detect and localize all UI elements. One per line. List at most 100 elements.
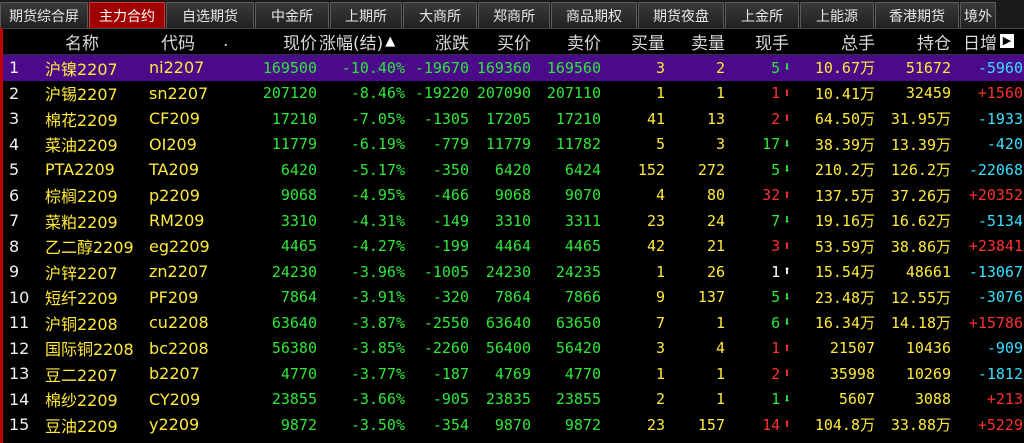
current-hand-value: 32 xyxy=(762,186,781,205)
total-cell: 10.67万 xyxy=(814,59,875,78)
column-expand-icon[interactable]: ▶ xyxy=(1000,34,1014,48)
col-header-price[interactable]: 现价 xyxy=(261,28,317,54)
oi-cell: 38.86万 xyxy=(890,237,951,256)
tab-13[interactable]: 境外 xyxy=(960,2,996,28)
oi-cell: 37.26万 xyxy=(890,186,951,205)
table-row[interactable]: 5 PTA2209 TA209 6420 -5.17% -350 6420 6424 152 27… xyxy=(3,157,1024,183)
tab-12[interactable]: 香港期货 xyxy=(875,2,959,28)
oi-cell: 48661 xyxy=(905,262,951,281)
col-header-change[interactable]: 涨跌 xyxy=(413,28,469,54)
table-row[interactable]: 6 棕榈2209 p2209 9068 -4.95% -466 9068 9070 4 80 137… xyxy=(3,183,1024,209)
pct-cell: -3.85% xyxy=(350,339,405,358)
bidvol-cell: 7 xyxy=(655,313,665,332)
pct-cell: -3.96% xyxy=(350,262,405,281)
table-row[interactable]: 9 沪锌2207 zn2207 24230 -3.96% -1005 24230 24235 1… xyxy=(3,259,1024,285)
arrow-down-icon: ⬇ xyxy=(783,289,791,305)
pct-cell: -3.91% xyxy=(350,288,405,307)
arrow-up-icon: ⬆ xyxy=(783,366,791,382)
change-cell: -2550 xyxy=(423,313,469,332)
col-header-code[interactable]: 代码 xyxy=(161,28,211,54)
bidvol-cell: 3 xyxy=(655,339,665,358)
arrow-up-icon: ⬆ xyxy=(783,187,791,203)
tab-1[interactable]: 期货综合屏 xyxy=(0,2,88,28)
table-row[interactable]: 11 沪铜2208 cu2208 63640 -3.87% -2550 63640 63650… xyxy=(3,310,1024,336)
bid-cell: 9068 xyxy=(494,186,531,205)
arrow-up-icon: ⬆ xyxy=(783,417,791,433)
col-header-daily[interactable]: 日增 ▶ xyxy=(963,28,1024,54)
tab-6[interactable]: 大商所 xyxy=(403,2,477,28)
total-cell: 23.48万 xyxy=(814,288,875,307)
tab-5[interactable]: 上期所 xyxy=(330,2,402,28)
change-cell: -320 xyxy=(432,288,469,307)
oi-cell: 10436 xyxy=(905,339,951,358)
table-body: 1 沪镍2207 ni2207 169500 -10.40% -19670 169360 16… xyxy=(3,55,1024,438)
arrow-down-icon: ⬇ xyxy=(783,391,791,407)
daily-cell: -22068 xyxy=(968,160,1023,179)
ask-cell: 23855 xyxy=(555,390,601,409)
col-header-oi[interactable]: 持仓 xyxy=(905,28,951,54)
tab-11[interactable]: 上能源 xyxy=(800,2,874,28)
col-header-name[interactable]: 名称 xyxy=(65,28,125,54)
tab-8[interactable]: 商品期权 xyxy=(551,2,637,28)
change-cell: -350 xyxy=(432,160,469,179)
col-header-total[interactable]: 总手 xyxy=(823,28,875,54)
col-header-bidvol[interactable]: 买量 xyxy=(615,28,665,54)
price-cell: 7864 xyxy=(280,288,317,307)
current-hand-value: 17 xyxy=(762,135,781,154)
current-hand-value: 1 xyxy=(771,390,781,409)
table-row[interactable]: 2 沪锡2207 sn2207 207120 -8.46% -19220 207090 207… xyxy=(3,81,1024,107)
current-hand-cell: 3 ⬆ xyxy=(727,234,791,260)
col-header-bid[interactable]: 买价 xyxy=(473,28,531,54)
tab-9[interactable]: 期货夜盘 xyxy=(638,2,724,28)
table-row[interactable]: 12 国际铜2208 bc2208 56380 -3.85% -2260 56400 5642… xyxy=(3,336,1024,362)
askvol-cell: 1 xyxy=(715,84,725,103)
table-row[interactable]: 4 菜油2209 OI209 11779 -6.19% -779 11779 11782 5 3 3… xyxy=(3,132,1024,158)
pct-cell: -3.50% xyxy=(350,415,405,434)
col-header-pct[interactable]: 涨幅(结) ▲ xyxy=(319,28,411,54)
ask-cell: 11782 xyxy=(555,135,601,154)
table-row[interactable]: 10 短纤2209 PF209 7864 -3.91% -320 7864 7866 9 137 2… xyxy=(3,285,1024,311)
price-cell: 4465 xyxy=(280,237,317,256)
tab-3[interactable]: 自选期货 xyxy=(166,2,254,28)
table-row[interactable]: 1 沪镍2207 ni2207 169500 -10.40% -19670 169360 16… xyxy=(3,55,1024,81)
table-row[interactable]: 7 菜粕2209 RM209 3310 -4.31% -149 3310 3311 23 24 19… xyxy=(3,208,1024,234)
col-header-askvol[interactable]: 卖量 xyxy=(677,28,725,54)
change-cell: -779 xyxy=(432,135,469,154)
table-row[interactable]: 15 豆油2209 y2209 9872 -3.50% -354 9870 9872 23 157… xyxy=(3,412,1024,438)
current-hand-cell: 6 ⬇ xyxy=(727,310,791,336)
col-header-ask[interactable]: 卖价 xyxy=(543,28,601,54)
change-cell: -354 xyxy=(432,415,469,434)
bid-cell: 3310 xyxy=(494,211,531,230)
ask-cell: 17210 xyxy=(555,109,601,128)
row-number: 6 xyxy=(9,185,20,205)
quote-table: 名称 代码 . 现价 涨幅(结) ▲ 涨跌 买价 卖价 买量 卖量 现手 总手 … xyxy=(0,28,1024,443)
contract-name: 国际铜2208 xyxy=(45,340,134,360)
tab-4[interactable]: 中金所 xyxy=(255,2,329,28)
daily-cell: -5960 xyxy=(977,58,1023,77)
bid-cell: 9870 xyxy=(494,415,531,434)
bidvol-cell: 9 xyxy=(655,288,665,307)
row-number: 5 xyxy=(9,160,20,180)
current-hand-value: 2 xyxy=(771,109,781,128)
bid-cell: 169360 xyxy=(476,58,531,77)
askvol-cell: 13 xyxy=(706,109,725,128)
bid-cell: 4769 xyxy=(494,364,531,383)
price-cell: 4770 xyxy=(280,364,317,383)
bidvol-cell: 23 xyxy=(646,211,665,230)
table-row[interactable]: 13 豆二2207 b2207 4770 -3.77% -187 4769 4770 1 1 359… xyxy=(3,361,1024,387)
table-row[interactable]: 8 乙二醇2209 eg2209 4465 -4.27% -199 4464 4465 42 21… xyxy=(3,234,1024,260)
contract-name: 沪铜2208 xyxy=(45,314,118,334)
tab-2[interactable]: 主力合约 xyxy=(89,2,165,28)
tab-7[interactable]: 郑商所 xyxy=(478,2,550,28)
bid-cell: 4464 xyxy=(494,237,531,256)
current-hand-cell: 5 ⬇ xyxy=(727,55,791,81)
table-row[interactable]: 14 棉纱2209 CY209 23855 -3.66% -905 23835 23855 2 1… xyxy=(3,387,1024,413)
col-header-cur[interactable]: 现手 xyxy=(741,28,789,54)
row-number: 15 xyxy=(9,415,30,435)
daily-cell: -1933 xyxy=(977,109,1023,128)
table-row[interactable]: 3 棉花2209 CF209 17210 -7.05% -1305 17205 17210 41… xyxy=(3,106,1024,132)
tab-10[interactable]: 上金所 xyxy=(725,2,799,28)
current-hand-cell: 7 ⬇ xyxy=(727,208,791,234)
bidvol-cell: 2 xyxy=(655,390,665,409)
price-cell: 56380 xyxy=(271,339,317,358)
